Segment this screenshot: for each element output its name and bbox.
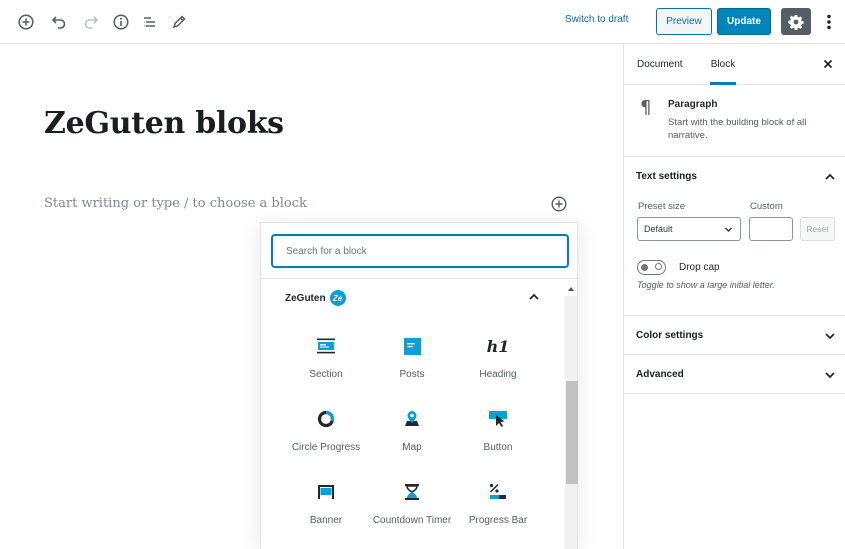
block-label: Heading bbox=[479, 369, 517, 380]
block-item-section[interactable]: Section bbox=[283, 334, 369, 382]
redo-button[interactable] bbox=[78, 9, 104, 35]
edit-icon bbox=[172, 15, 186, 29]
block-item-map[interactable]: Map bbox=[369, 407, 455, 455]
tab-document[interactable]: Document bbox=[637, 44, 683, 85]
block-card: ¶ Paragraph Start with the building bloc… bbox=[624, 85, 845, 157]
editor-header: Switch to draft Preview Update bbox=[0, 0, 845, 44]
block-card-title: Paragraph bbox=[668, 99, 718, 110]
block-label: Map bbox=[402, 442, 422, 453]
block-label: Progress Bar bbox=[468, 515, 528, 526]
redo-icon bbox=[84, 16, 99, 29]
chevron-down-icon bbox=[725, 227, 732, 232]
block-navigation-button[interactable] bbox=[137, 9, 163, 35]
category-title: ZeGuten bbox=[285, 292, 326, 304]
add-block-icon bbox=[18, 14, 34, 30]
sidebar-tabs: Document Block bbox=[624, 44, 845, 85]
reset-font-size-button[interactable]: Reset bbox=[800, 217, 835, 241]
advanced-title: Advanced bbox=[636, 369, 684, 380]
custom-size-input[interactable] bbox=[749, 217, 793, 241]
info-icon bbox=[113, 14, 129, 30]
circle-progress-icon bbox=[314, 407, 338, 431]
paragraph-placeholder[interactable]: Start writing or type / to choose a bloc… bbox=[44, 196, 307, 211]
block-item-progress-bar[interactable]: Progress Bar bbox=[455, 480, 541, 528]
close-icon bbox=[823, 59, 833, 69]
chevron-up-icon bbox=[825, 173, 835, 180]
update-button[interactable]: Update bbox=[717, 8, 771, 35]
progress-bar-icon bbox=[486, 480, 510, 504]
block-label: Section bbox=[309, 369, 343, 380]
close-sidebar-button[interactable] bbox=[821, 57, 835, 71]
zeguten-logo: Ze bbox=[329, 290, 346, 306]
add-block-button[interactable] bbox=[13, 9, 39, 35]
post-title[interactable]: ZeGuten bloks bbox=[44, 106, 284, 141]
paragraph-icon: ¶ bbox=[640, 97, 652, 118]
undo-button[interactable] bbox=[46, 9, 72, 35]
countdown-timer-icon bbox=[400, 480, 424, 504]
text-settings-toggle[interactable] bbox=[824, 170, 836, 182]
drop-cap-help: Toggle to show a large initial letter. bbox=[637, 280, 775, 290]
chevron-down-icon bbox=[825, 333, 835, 340]
block-inserter-popover: ZeGuten Ze Section Posts h1 Heading bbox=[260, 222, 578, 549]
block-label: Banner bbox=[309, 515, 343, 526]
preset-size-value: Default bbox=[644, 224, 673, 234]
block-label: Button bbox=[483, 442, 513, 453]
block-label: Countdown Timer bbox=[372, 515, 452, 526]
inline-add-block-button[interactable] bbox=[550, 195, 568, 213]
block-search-input[interactable] bbox=[272, 235, 568, 267]
block-item-banner[interactable]: Banner bbox=[283, 480, 369, 528]
preset-size-select[interactable]: Default bbox=[637, 217, 741, 241]
settings-sidebar: Document Block ¶ Paragraph Start with th… bbox=[623, 44, 845, 549]
block-navigation-icon bbox=[144, 17, 155, 27]
undo-icon bbox=[51, 16, 66, 29]
add-block-icon bbox=[551, 196, 567, 212]
scroll-up-arrow-icon[interactable] bbox=[567, 285, 575, 293]
block-item-button[interactable]: Button bbox=[455, 407, 541, 455]
block-label: Posts bbox=[399, 369, 425, 380]
block-item-heading[interactable]: h1 Heading bbox=[455, 334, 541, 382]
text-settings-title[interactable]: Text settings bbox=[636, 171, 697, 182]
heading-icon: h1 bbox=[486, 336, 510, 356]
settings-button[interactable] bbox=[781, 8, 811, 35]
block-item-posts[interactable]: Posts bbox=[369, 334, 455, 382]
color-settings-toggle[interactable] bbox=[824, 329, 836, 341]
banner-icon bbox=[314, 480, 338, 504]
more-vertical-icon bbox=[827, 14, 831, 30]
advanced-panel[interactable]: Advanced bbox=[624, 355, 845, 394]
content-info-button[interactable] bbox=[108, 9, 134, 35]
chevron-down-icon bbox=[825, 372, 835, 379]
button-icon bbox=[486, 407, 510, 431]
inserter-search-area bbox=[261, 223, 577, 279]
map-icon bbox=[400, 407, 424, 431]
section-icon bbox=[314, 334, 338, 358]
block-label: Circle Progress bbox=[291, 442, 361, 453]
chevron-up-icon bbox=[529, 293, 539, 300]
toggle-knob bbox=[641, 263, 648, 271]
gear-icon bbox=[788, 14, 804, 30]
switch-to-draft-link[interactable]: Switch to draft bbox=[565, 14, 628, 25]
more-menu-button[interactable] bbox=[819, 9, 839, 35]
scrollbar-thumb[interactable] bbox=[566, 381, 578, 484]
posts-icon bbox=[400, 334, 424, 358]
drop-cap-label: Drop cap bbox=[679, 262, 720, 273]
category-header[interactable]: ZeGuten Ze bbox=[285, 290, 346, 306]
block-list: ZeGuten Ze Section Posts h1 Heading Circ… bbox=[261, 280, 578, 549]
category-collapse-toggle[interactable] bbox=[527, 290, 541, 304]
color-settings-panel[interactable]: Color settings bbox=[624, 316, 845, 355]
block-item-circle-progress[interactable]: Circle Progress bbox=[283, 407, 369, 455]
tools-button[interactable] bbox=[166, 9, 192, 35]
drop-cap-toggle[interactable] bbox=[637, 260, 666, 275]
advanced-toggle[interactable] bbox=[824, 368, 836, 380]
custom-size-label: Custom bbox=[750, 201, 783, 212]
tab-block[interactable]: Block bbox=[710, 44, 736, 85]
preset-size-label: Preset size bbox=[638, 201, 685, 212]
block-card-description: Start with the building block of all nar… bbox=[668, 117, 807, 141]
color-settings-title: Color settings bbox=[636, 330, 704, 341]
toggle-off-indicator bbox=[655, 263, 662, 270]
preview-button[interactable]: Preview bbox=[656, 8, 712, 35]
block-item-countdown-timer[interactable]: Countdown Timer bbox=[369, 480, 455, 528]
